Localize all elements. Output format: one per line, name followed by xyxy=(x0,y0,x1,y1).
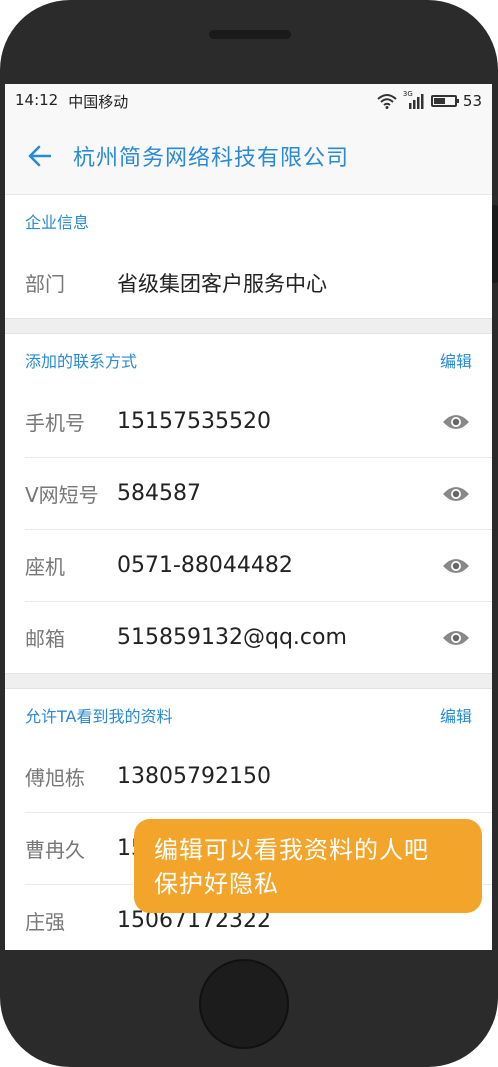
side-button xyxy=(492,205,498,283)
row-label: 庄强 xyxy=(25,910,65,934)
row-label: 傅旭栋 xyxy=(25,766,85,790)
row-label: 邮箱 xyxy=(25,627,65,651)
contact-section-header: 添加的联系方式 编辑 xyxy=(5,334,492,386)
row-value: 0571-88044482 xyxy=(117,553,293,578)
contact-row-mobile: 手机号 15157535520 xyxy=(25,386,492,458)
contact-row-email: 邮箱 515859132@qq.com xyxy=(25,602,492,673)
row-value: 15157535520 xyxy=(117,409,271,434)
row-label: 手机号 xyxy=(25,411,85,435)
row-value: 584587 xyxy=(117,481,201,506)
battery-level: 53 xyxy=(462,92,482,110)
row-label: V网短号 xyxy=(25,483,99,507)
status-carrier: 中国移动 xyxy=(68,92,129,111)
eye-icon[interactable] xyxy=(442,628,472,648)
back-arrow-icon[interactable] xyxy=(27,143,53,169)
department-row: 部门 省级集团客户服务中心 xyxy=(25,247,492,318)
row-label: 部门 xyxy=(25,272,65,296)
hint-tooltip: 编辑可以看我资料的人吧 保护好隐私 xyxy=(134,819,482,913)
eye-icon[interactable] xyxy=(442,412,472,432)
allowed-section-title: 允许TA看到我的资料 xyxy=(25,707,173,726)
speaker-grille xyxy=(209,30,291,39)
section-divider xyxy=(5,673,492,689)
allowed-edit-button[interactable]: 编辑 xyxy=(440,703,472,727)
nav-bar: 杭州简务网络科技有限公司 xyxy=(5,118,492,195)
row-label: 座机 xyxy=(25,555,65,579)
company-section-header: 企业信息 xyxy=(5,195,492,247)
company-section-title: 企业信息 xyxy=(25,213,90,232)
contact-row-vnet: V网短号 584587 xyxy=(25,458,492,530)
eye-icon[interactable] xyxy=(442,556,472,576)
contact-edit-button[interactable]: 编辑 xyxy=(440,348,472,372)
row-value: 13805792150 xyxy=(117,764,271,789)
row-label: 曹冉久 xyxy=(25,838,85,862)
eye-icon[interactable] xyxy=(442,484,472,504)
row-value: 515859132@qq.com xyxy=(117,625,347,650)
tooltip-line-1: 编辑可以看我资料的人吧 xyxy=(154,836,429,864)
section-divider xyxy=(5,318,492,334)
wifi-icon xyxy=(377,94,397,109)
tooltip-line-2: 保护好隐私 xyxy=(154,870,279,898)
battery-icon xyxy=(430,95,459,107)
status-bar: 14:12 中国移动 3G 53 xyxy=(5,84,492,118)
phone-frame: 14:12 中国移动 3G 53 杭州简务网络科技有限公司 企业信息 部门 省级… xyxy=(0,0,498,1067)
allowed-row[interactable]: 傅旭栋 13805792150 xyxy=(25,741,492,813)
signal-icon: 3G xyxy=(403,90,425,109)
home-button[interactable] xyxy=(199,959,289,1049)
allowed-section-header: 允许TA看到我的资料 编辑 xyxy=(5,689,492,741)
page-title: 杭州简务网络科技有限公司 xyxy=(73,146,350,171)
contact-row-landline: 座机 0571-88044482 xyxy=(25,530,492,602)
contact-section-title: 添加的联系方式 xyxy=(25,352,138,371)
status-time: 14:12 xyxy=(15,90,59,109)
row-value: 省级集团客户服务中心 xyxy=(117,271,327,296)
